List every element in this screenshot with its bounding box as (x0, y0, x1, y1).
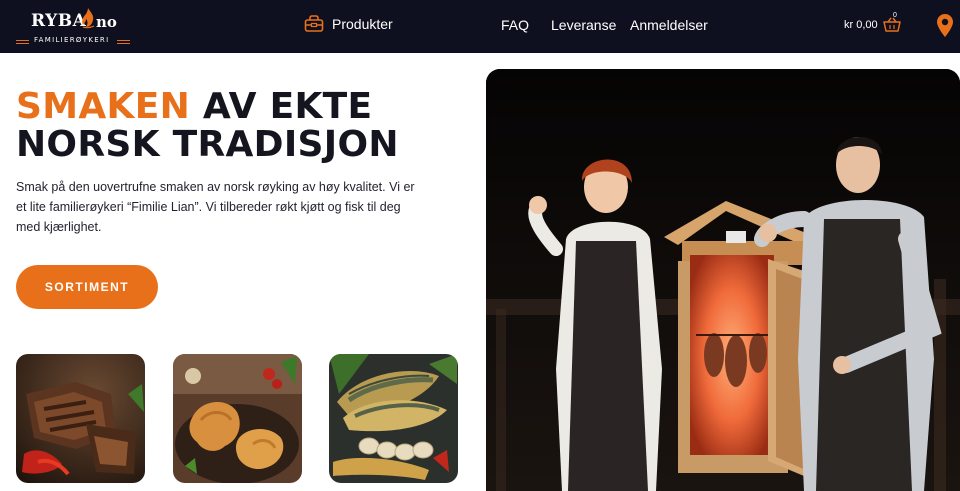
logo-line-left (16, 40, 29, 41)
logo-brand-name: RYBA (31, 11, 87, 31)
nav-faq[interactable]: FAQ (501, 17, 529, 33)
hero-intro: Smak på den uovertrufne smaken av norsk … (16, 180, 415, 234)
hero-image-smokehouse (486, 69, 960, 491)
product-thumbnail-mackerel[interactable] (329, 354, 458, 483)
headline-part-2: NORSK TRADISJON (16, 124, 399, 165)
site-header: RYBA no FAMILIERØYKERI Produkter FAQ Lev… (0, 0, 960, 53)
logo-line-right (117, 40, 130, 41)
nav-products[interactable]: Produkter (304, 15, 393, 33)
nav-delivery[interactable]: Leveranse (551, 17, 616, 33)
product-thumbnail-meat[interactable] (16, 354, 145, 483)
smoked-chicken-image (173, 354, 302, 483)
headline-accent: SMAKEN (16, 86, 191, 127)
product-thumbnail-chicken[interactable] (173, 354, 302, 483)
smokehouse-photo (486, 69, 960, 491)
assortment-button[interactable]: SORTIMENT (16, 265, 158, 309)
cart-button[interactable]: kr 0,00 0 (844, 12, 901, 32)
hero-headline: SMAKEN AV EKTE NORSK TRADISJON (16, 88, 399, 164)
flame-icon (82, 8, 95, 29)
cart-total: kr 0,00 (844, 18, 878, 31)
logo-domain-suffix: no (96, 13, 117, 31)
logo-line-left-2 (16, 43, 29, 44)
nav-products-label: Produkter (332, 16, 393, 32)
cart-count: 0 (893, 12, 897, 19)
site-logo[interactable]: RYBA no FAMILIERØYKERI (16, 7, 130, 47)
nav-reviews[interactable]: Anmeldelser (630, 17, 708, 33)
logo-tagline: FAMILIERØYKERI (34, 36, 110, 44)
map-pin-icon[interactable] (936, 13, 954, 38)
headline-part-1: AV EKTE (190, 86, 373, 127)
smoked-mackerel-image (329, 354, 458, 483)
cart-icon (882, 17, 901, 32)
basket-icon (304, 15, 324, 32)
logo-line-right-2 (117, 43, 130, 44)
smoked-meat-image (16, 354, 145, 483)
